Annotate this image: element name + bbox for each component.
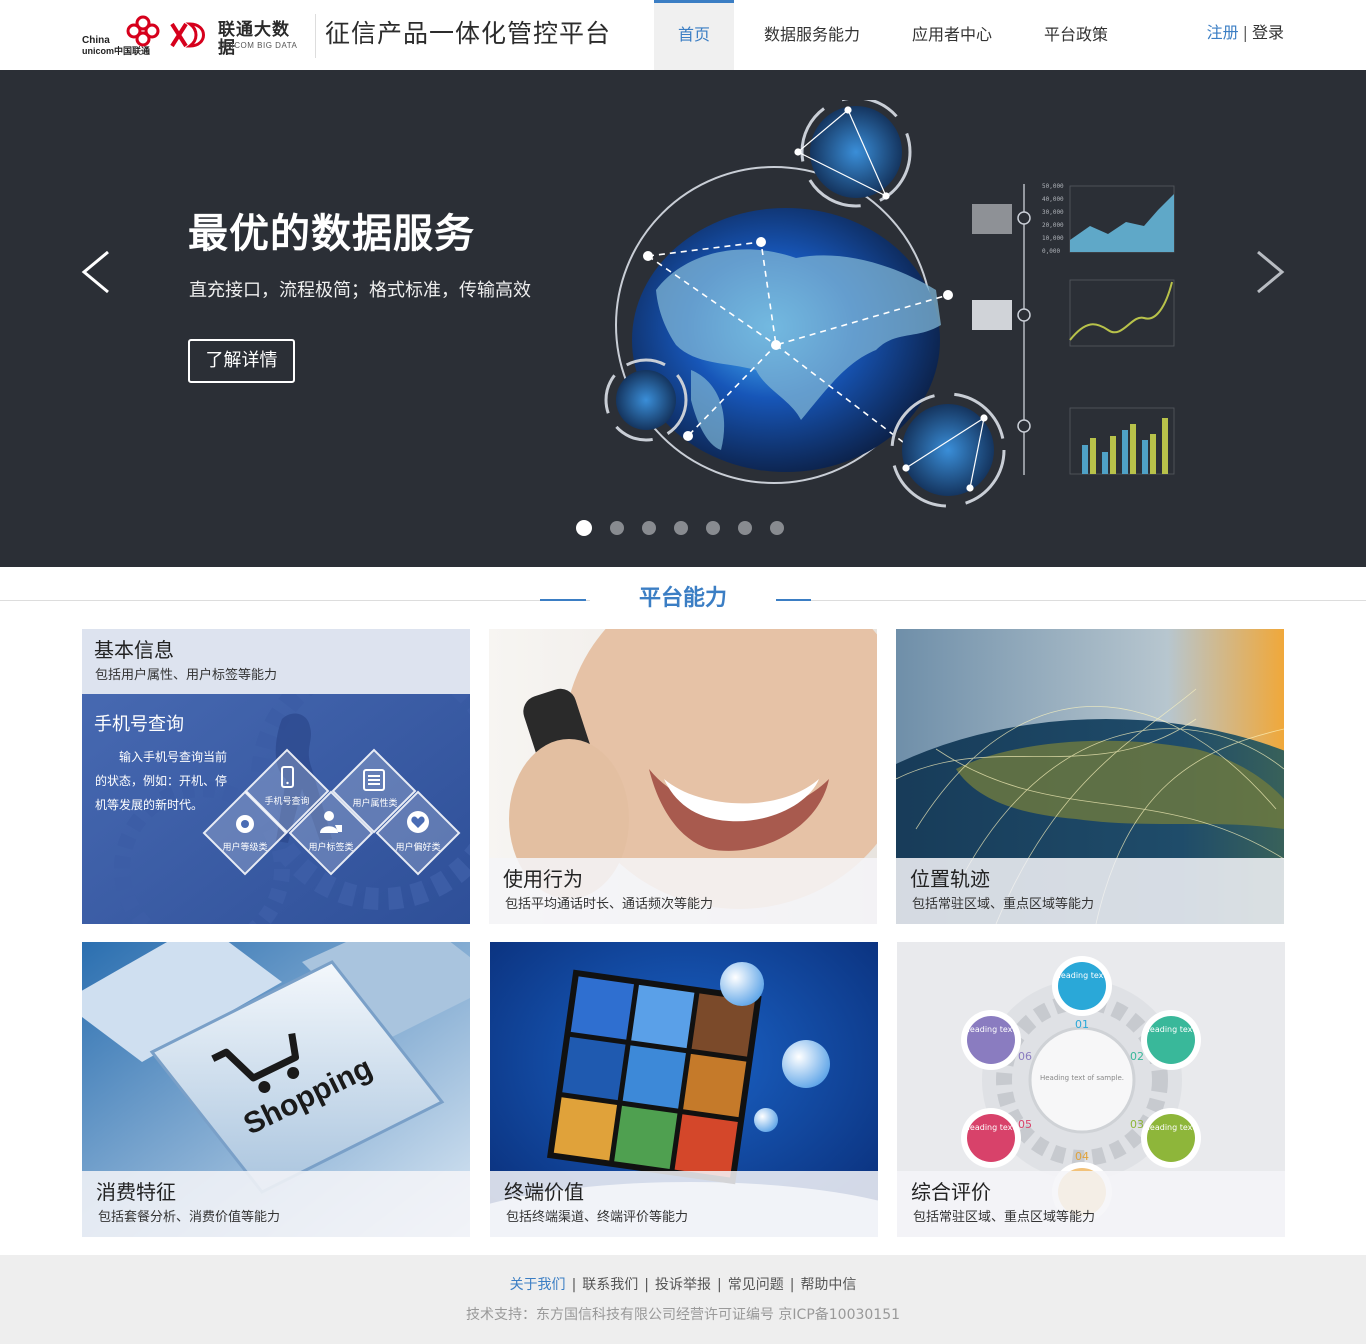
footer-link-contact[interactable]: 联系我们 [582, 1277, 638, 1293]
card-caption: 使用行为 包括平均通话时长、通话频次等能力 [489, 858, 877, 924]
carousel-dot-2[interactable] [610, 521, 624, 535]
capability-card-usage-behavior[interactable]: 使用行为 包括平均通话时长、通话频次等能力 [489, 629, 877, 924]
phone-icon [281, 766, 294, 788]
footer-link-help[interactable]: 帮助中信 [800, 1277, 856, 1293]
nav-home[interactable]: 首页 [654, 0, 734, 70]
footer-copyright: 技术支持：东方国信科技有限公司经营许可证编号 京ICP备10030151 [465, 1307, 901, 1323]
diamond-label: 用户等级类 [222, 843, 268, 853]
axis-label: 30,000 [1042, 209, 1064, 216]
bubble-heading: Heading text. [1055, 971, 1109, 980]
axis-label: 10,000 [1042, 235, 1064, 242]
carousel-dot-7[interactable] [770, 521, 784, 535]
carousel-pagination [576, 520, 802, 537]
carousel-dot-3[interactable] [642, 521, 656, 535]
card-title: 终端价值 [504, 1180, 584, 1204]
axis-label: 40,000 [1042, 196, 1064, 203]
hero-carousel: 最优的数据服务 直充接口，流程极简；格式标准，传输高效 了解详情 50,000 … [0, 70, 1366, 567]
card-desc: 包括套餐分析、消费价值等能力 [98, 1210, 281, 1225]
card-header: 基本信息 包括用户属性、用户标签等能力 [82, 629, 470, 694]
carousel-dot-6[interactable] [738, 521, 752, 535]
globe-data-illustration: 50,000 40,000 30,000 20,000 10,000 0,000 [604, 100, 1175, 508]
unicom-big-data-logo[interactable]: China unicom中国联通 联通大数据 UNICOM BIG DATA [82, 14, 304, 58]
footer-links: 关于我们 | 联系我们 | 投诉举报 | 常见问题 | 帮助中信 [509, 1277, 857, 1293]
axis-label: 0,000 [1042, 248, 1060, 255]
capability-card-overall-rating[interactable]: Heading text of sample. Heading text. He… [897, 942, 1285, 1237]
banner-subline: 直充接口，流程极简；格式标准，传输高效 [189, 280, 531, 301]
card-title: 基本信息 [94, 638, 174, 662]
unicom-knot-icon [126, 15, 160, 47]
bubble-heading: Heading text. [1144, 1123, 1198, 1132]
big-data-x-icon [170, 22, 205, 48]
heart-icon [407, 811, 429, 833]
login-link[interactable]: 登录 [1252, 23, 1284, 42]
bubble-heading: Heading text. [1144, 1025, 1198, 1034]
diamond-label: 用户标签类 [308, 843, 354, 853]
header-divider [315, 14, 316, 58]
step-number: 01 [1075, 1018, 1089, 1031]
logo-brand-en: UNICOM BIG DATA [219, 41, 298, 50]
user-tag-icon [320, 811, 342, 833]
card-desc: 包括常驻区域、重点区域等能力 [913, 1210, 1096, 1225]
footer-link-about[interactable]: 关于我们 [510, 1277, 566, 1293]
auth-separator: | [1242, 23, 1248, 42]
phone-query-desc: 输入手机号查询当前的状态，例如：开机、停机等发展的新时代。 [95, 750, 228, 812]
auth-links: 注册 | 登录 [1207, 22, 1284, 44]
card-caption: 综合评价 包括常驻区域、重点区域等能力 [897, 1171, 1285, 1237]
capability-card-basic-info[interactable]: 基本信息 包括用户属性、用户标签等能力 手机号查询 输入手机号查询当前的状态，例… [82, 629, 470, 924]
card-caption: 终端价值 包括终端渠道、终端评价等能力 [490, 1171, 878, 1237]
capability-card-consumption[interactable]: Shopping 消费特征 包括套餐分析、消费价值等能力 [82, 942, 470, 1237]
step-number: 05 [1018, 1118, 1032, 1131]
card-title: 综合评价 [911, 1180, 991, 1204]
badge-icon [236, 815, 254, 833]
card-desc: 包括终端渠道、终端评价等能力 [506, 1210, 689, 1225]
main-nav: 首页 数据服务能力 应用者中心 平台政策 [654, 0, 1138, 70]
axis-label: 50,000 [1042, 183, 1064, 190]
carousel-dot-5[interactable] [706, 521, 720, 535]
capability-card-terminal-value[interactable]: 终端价值 包括终端渠道、终端评价等能力 [490, 942, 878, 1237]
bubble-heading: Heading text. [964, 1123, 1018, 1132]
carousel-dot-4[interactable] [674, 521, 688, 535]
section-title: 平台能力 [590, 582, 776, 616]
card-caption: 位置轨迹 包括常驻区域、重点区域等能力 [896, 858, 1284, 924]
section-accent-left [540, 599, 586, 601]
site-title: 征信产品一体化管控平台 [325, 19, 612, 48]
learn-more-button[interactable]: 了解详情 [188, 339, 295, 383]
axis-label: 20,000 [1042, 222, 1064, 229]
carousel-prev-icon[interactable] [78, 248, 114, 296]
step-number: 02 [1130, 1050, 1144, 1063]
carousel-next-icon[interactable] [1252, 248, 1288, 296]
register-link[interactable]: 注册 [1207, 23, 1239, 42]
diamond-label: 用户偏好类 [395, 843, 441, 853]
banner-headline: 最优的数据服务 [188, 211, 475, 257]
nav-policy[interactable]: 平台政策 [1014, 0, 1138, 70]
capability-card-location-trace[interactable]: 位置轨迹 包括常驻区域、重点区域等能力 [896, 629, 1284, 924]
logo-china-text: China [82, 35, 110, 46]
nav-data-service[interactable]: 数据服务能力 [734, 0, 890, 70]
card-desc: 包括常驻区域、重点区域等能力 [912, 897, 1095, 912]
card-title: 消费特征 [96, 1180, 176, 1204]
logo-brand-cn: 联通大数据 [218, 20, 290, 58]
step-number: 06 [1018, 1050, 1032, 1063]
card-title: 位置轨迹 [910, 867, 990, 891]
nav-app-center[interactable]: 应用者中心 [890, 0, 1014, 70]
site-footer: 关于我们 | 联系我们 | 投诉举报 | 常见问题 | 帮助中信 技术支持：东方国信科技有限公司… [0, 1255, 1366, 1344]
bubble-heading: Heading text. [964, 1025, 1018, 1034]
card-caption: 消费特征 包括套餐分析、消费价值等能力 [82, 1171, 470, 1237]
card-desc: 包括用户属性、用户标签等能力 [95, 668, 278, 683]
footer-link-faq[interactable]: 常见问题 [728, 1277, 784, 1293]
step-number: 04 [1075, 1150, 1089, 1163]
card-title: 使用行为 [503, 867, 583, 891]
footer-link-complaint[interactable]: 投诉举报 [655, 1277, 711, 1293]
logo-unicom-text: unicom中国联通 [82, 46, 151, 56]
top-header: China unicom中国联通 联通大数据 UNICOM BIG DATA 征… [0, 0, 1366, 70]
card-desc: 包括平均通话时长、通话频次等能力 [505, 897, 714, 912]
carousel-dot-1[interactable] [576, 520, 592, 536]
list-icon [363, 769, 385, 791]
phone-query-title: 手机号查询 [94, 714, 184, 735]
step-number: 03 [1130, 1118, 1144, 1131]
infographic-center-text: Heading text of sample. [1040, 1074, 1124, 1082]
